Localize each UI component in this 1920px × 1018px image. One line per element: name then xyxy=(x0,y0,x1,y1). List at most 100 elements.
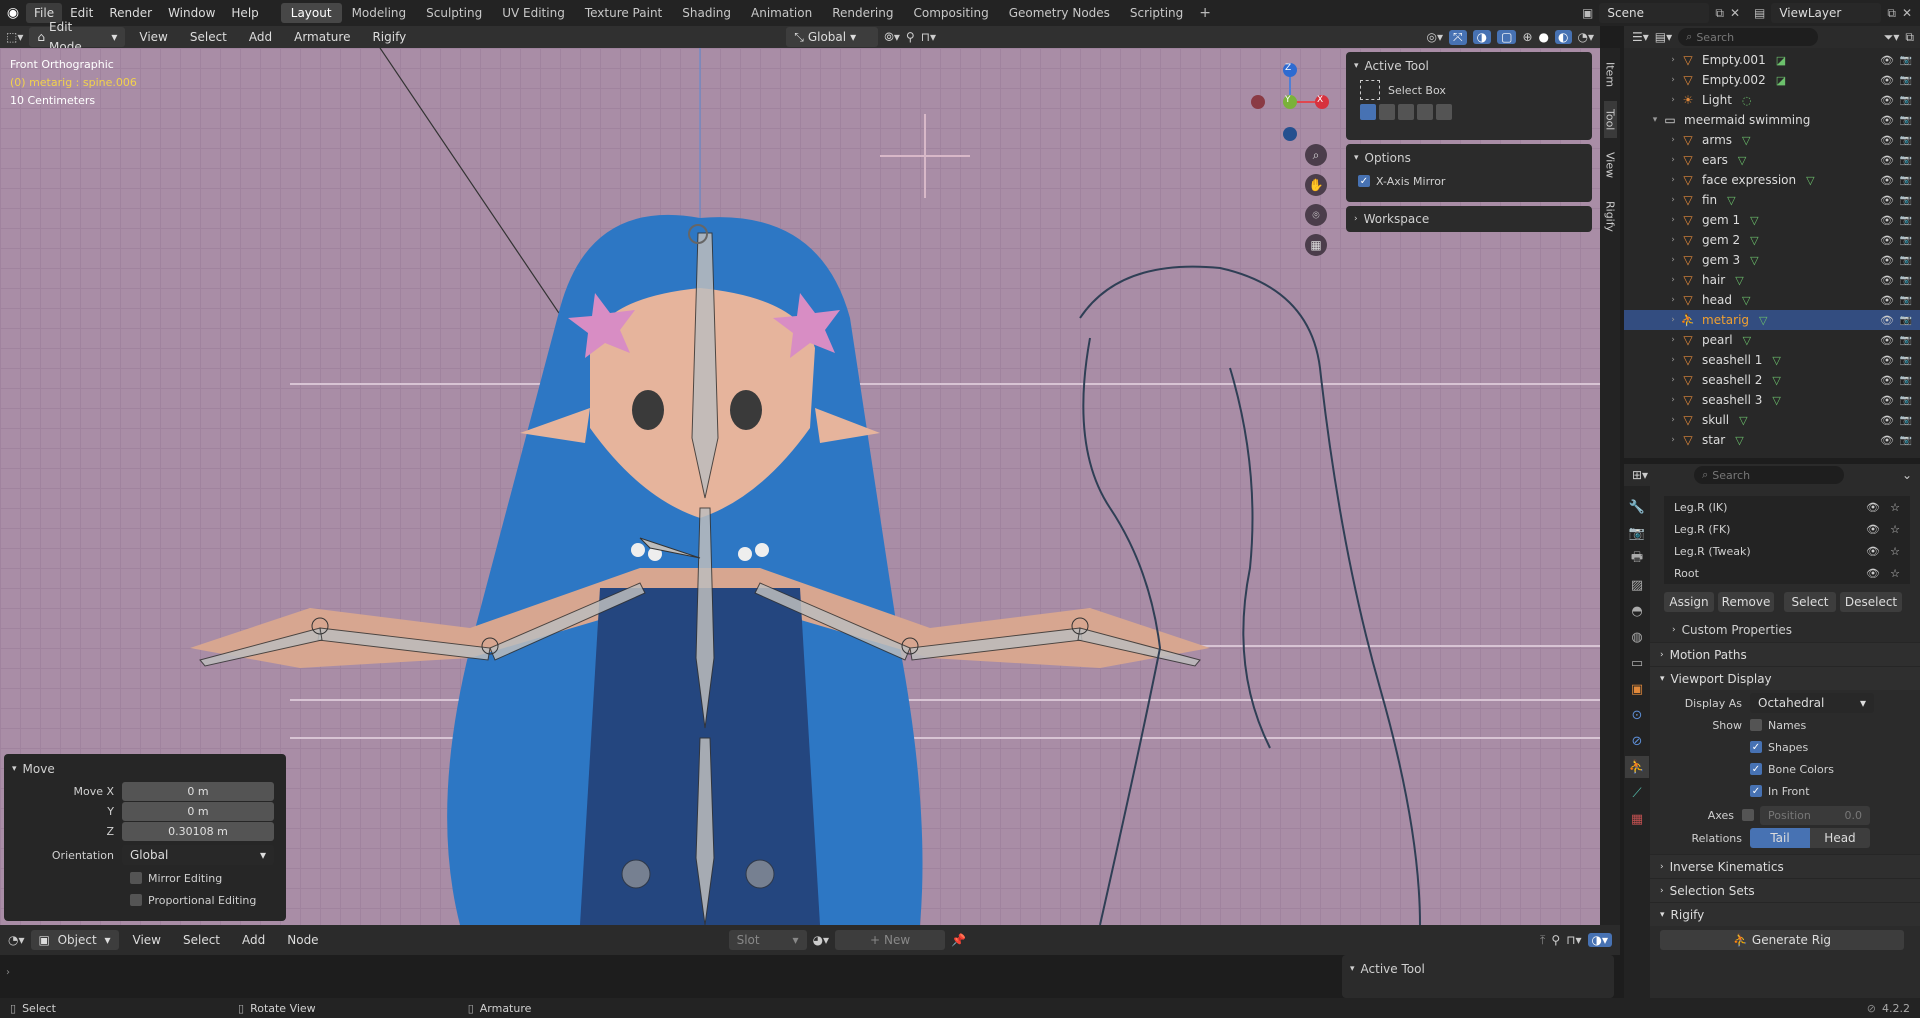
object-data-icon[interactable]: ▽ xyxy=(1742,294,1750,307)
outliner-row[interactable]: › ▽ skull ▽ 👁 📷 xyxy=(1624,410,1920,430)
expand-toggle-icon[interactable]: › xyxy=(1666,395,1680,405)
new-scene-icon[interactable]: ⧉ xyxy=(1715,6,1724,21)
armature-data-tab-icon[interactable]: ⛹ xyxy=(1625,756,1649,778)
expand-toggle-icon[interactable]: › xyxy=(1666,275,1680,285)
expand-toggle-icon[interactable]: › xyxy=(1666,415,1680,425)
render-camera-icon[interactable]: 📷 xyxy=(1900,375,1912,386)
outliner-row[interactable]: › ▽ gem 1 ▽ 👁 📷 xyxy=(1624,210,1920,230)
node-active-tool-title[interactable]: Active Tool xyxy=(1361,962,1425,976)
solo-star-icon[interactable]: ☆ xyxy=(1890,545,1900,558)
select-subtract-icon[interactable] xyxy=(1398,104,1414,120)
expand-toggle-icon[interactable]: › xyxy=(1666,355,1680,365)
object-data-icon[interactable]: ◪ xyxy=(1776,74,1786,87)
shading-material-icon[interactable]: ◐ xyxy=(1555,30,1572,44)
render-camera-icon[interactable]: 📷 xyxy=(1900,135,1912,146)
camera-view-icon[interactable]: ⌾ xyxy=(1305,204,1327,226)
outliner-row[interactable]: › ▽ Empty.001 ◪ 👁 📷 xyxy=(1624,50,1920,70)
display-as-dropdown[interactable]: Octahedral ▾ xyxy=(1750,693,1874,713)
move-x-field[interactable]: 0 m xyxy=(122,781,274,801)
render-camera-icon[interactable]: 📷 xyxy=(1900,235,1912,246)
render-camera-icon[interactable]: 📷 xyxy=(1900,195,1912,206)
node-editor-area[interactable]: › ▾ Active Tool xyxy=(0,955,1620,998)
active-tool-title[interactable]: Active Tool xyxy=(1365,59,1429,73)
mirror-editing-checkbox[interactable] xyxy=(130,872,142,884)
object-data-icon[interactable]: ◪ xyxy=(1776,54,1786,67)
shading-wireframe-icon[interactable]: ⊕ xyxy=(1522,30,1532,44)
render-camera-icon[interactable]: 📷 xyxy=(1900,295,1912,306)
object-data-icon[interactable]: ▽ xyxy=(1739,414,1747,427)
render-camera-icon[interactable]: 📷 xyxy=(1900,95,1912,106)
outliner-row[interactable]: › ▽ star ▽ 👁 📷 xyxy=(1624,430,1920,450)
node-menu-view[interactable]: View xyxy=(125,930,169,950)
select-invert-icon[interactable] xyxy=(1417,104,1433,120)
view-layer-selector[interactable]: ViewLayer xyxy=(1771,3,1882,23)
bone-collection-row[interactable]: Leg.R (Tweak) 👁 ☆ xyxy=(1664,540,1910,562)
motion-paths-section[interactable]: › Motion Paths xyxy=(1650,642,1920,666)
object-data-icon[interactable]: ▽ xyxy=(1772,374,1780,387)
tab-tool[interactable]: Tool xyxy=(1603,101,1617,139)
visibility-eye-icon[interactable]: 👁 xyxy=(1880,314,1894,327)
visibility-eye-icon[interactable]: 👁 xyxy=(1880,94,1894,107)
new-view-layer-icon[interactable]: ⧉ xyxy=(1887,6,1896,21)
visibility-eye-icon[interactable]: 👁 xyxy=(1880,194,1894,207)
expand-icon[interactable]: › xyxy=(6,967,10,978)
expand-toggle-icon[interactable]: › xyxy=(1666,315,1680,325)
x-axis-mirror-checkbox[interactable]: ✓ xyxy=(1358,175,1370,187)
navigation-gizmo[interactable]: Z Y X xyxy=(1250,62,1330,142)
expand-toggle-icon[interactable]: › xyxy=(1666,215,1680,225)
expand-toggle-icon[interactable]: › xyxy=(1666,155,1680,165)
object-data-icon[interactable]: ◌ xyxy=(1742,94,1752,107)
object-data-icon[interactable]: ▽ xyxy=(1750,254,1758,267)
zoom-icon[interactable]: ⌕ xyxy=(1305,144,1327,166)
select-extend-icon[interactable] xyxy=(1379,104,1395,120)
generate-rig-button[interactable]: ⛹ Generate Rig xyxy=(1660,930,1904,950)
viewport-display-section[interactable]: ▾ Viewport Display xyxy=(1650,666,1920,690)
snap-node-icon[interactable]: ⚲ xyxy=(1551,933,1560,947)
new-material-button[interactable]: + New xyxy=(835,930,946,950)
snap-settings-icon[interactable]: ⊓▾ xyxy=(921,30,936,44)
move-z-field[interactable]: 0.30108 m xyxy=(122,821,274,841)
outliner-row[interactable]: › ▽ fin ▽ 👁 📷 xyxy=(1624,190,1920,210)
tab-rigify[interactable]: Rigify xyxy=(1604,193,1617,240)
shading-rendered-icon[interactable]: ◔▾ xyxy=(1578,30,1595,44)
shading-solid-icon[interactable]: ● xyxy=(1539,30,1549,44)
deselect-button[interactable]: Deselect xyxy=(1840,592,1902,612)
object-data-icon[interactable]: ▽ xyxy=(1738,154,1746,167)
select-new-icon[interactable] xyxy=(1360,104,1376,120)
render-camera-icon[interactable]: 📷 xyxy=(1900,315,1912,326)
bone-tab-icon[interactable]: ⟋ xyxy=(1625,782,1649,804)
show-shapes-checkbox[interactable]: ✓ xyxy=(1750,741,1762,753)
object-data-icon[interactable]: ▽ xyxy=(1806,174,1814,187)
visibility-icon[interactable]: ◎▾ xyxy=(1427,30,1444,44)
collection-tab-icon[interactable]: ▭ xyxy=(1625,652,1649,674)
editor-type-icon[interactable]: ◔▾ xyxy=(8,933,25,947)
tab-sculpting[interactable]: Sculpting xyxy=(416,3,492,23)
expand-toggle-icon[interactable]: › xyxy=(1666,335,1680,345)
inverse-kinematics-section[interactable]: › Inverse Kinematics xyxy=(1650,854,1920,878)
expand-toggle-icon[interactable]: › xyxy=(1666,435,1680,445)
parent-node-icon[interactable]: ⤒ xyxy=(1540,933,1545,948)
visibility-eye-icon[interactable]: 👁 xyxy=(1880,414,1894,427)
select-intersect-icon[interactable] xyxy=(1436,104,1452,120)
outliner-row[interactable]: › ▽ Empty.002 ◪ 👁 📷 xyxy=(1624,70,1920,90)
tab-rendering[interactable]: Rendering xyxy=(822,3,903,23)
expand-toggle-icon[interactable]: › xyxy=(1666,135,1680,145)
outliner-row[interactable]: › ▽ arms ▽ 👁 📷 xyxy=(1624,130,1920,150)
outliner-row[interactable]: › ▽ gem 3 ▽ 👁 📷 xyxy=(1624,250,1920,270)
object-data-icon[interactable]: ▽ xyxy=(1772,394,1780,407)
vp-menu-select[interactable]: Select xyxy=(182,27,235,47)
remove-button[interactable]: Remove xyxy=(1718,592,1774,612)
visibility-eye-icon[interactable]: 👁 xyxy=(1866,545,1880,558)
expand-toggle-icon[interactable]: › xyxy=(1666,255,1680,265)
selection-sets-section[interactable]: › Selection Sets xyxy=(1650,878,1920,902)
outliner-row[interactable]: › ▽ gem 2 ▽ 👁 📷 xyxy=(1624,230,1920,250)
object-data-icon[interactable]: ▽ xyxy=(1727,194,1735,207)
axes-checkbox[interactable] xyxy=(1742,809,1754,821)
relations-tail-button[interactable]: Tail xyxy=(1750,828,1810,848)
tab-compositing[interactable]: Compositing xyxy=(903,3,998,23)
pin-icon[interactable]: 📌 xyxy=(951,933,966,947)
display-mode-icon[interactable]: ▤▾ xyxy=(1655,30,1672,44)
outliner-search-input[interactable]: ⌕ Search xyxy=(1678,28,1819,46)
outliner-row[interactable]: › ▽ seashell 1 ▽ 👁 📷 xyxy=(1624,350,1920,370)
visibility-eye-icon[interactable]: 👁 xyxy=(1880,154,1894,167)
